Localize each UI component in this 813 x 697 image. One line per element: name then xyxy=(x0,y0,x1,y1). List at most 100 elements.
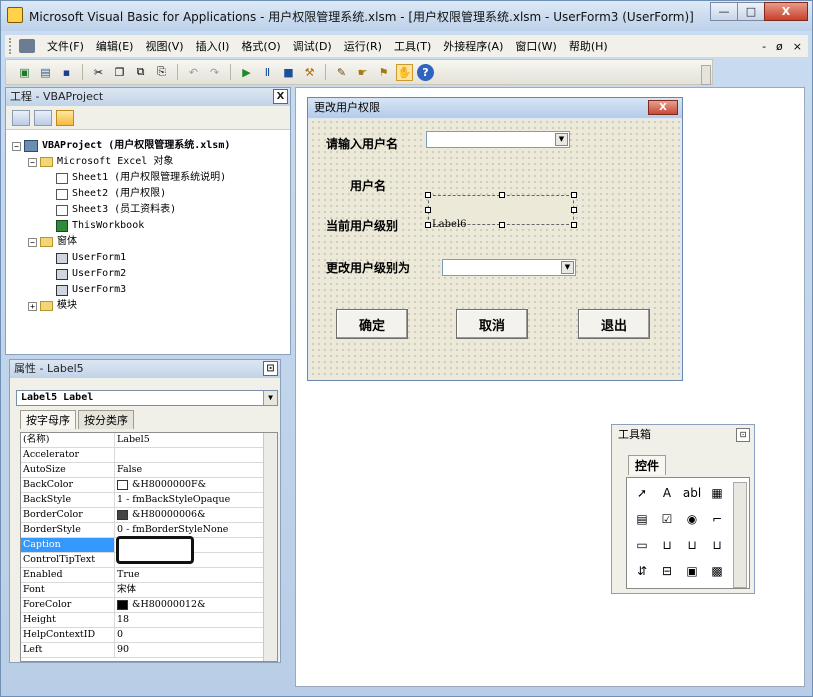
level-combobox[interactable]: ▼ xyxy=(442,259,576,276)
image-tool-icon[interactable]: ▣ xyxy=(683,562,701,580)
toolbar-overflow-handle[interactable] xyxy=(701,65,711,85)
label-tool-icon[interactable]: A xyxy=(658,484,676,502)
label-input-username[interactable]: 请输入用户名 xyxy=(326,135,398,152)
property-value[interactable]: 宋体 xyxy=(115,583,136,597)
tree-item-modules-folder[interactable]: + 模块 xyxy=(12,298,290,314)
property-value[interactable]: 90 xyxy=(115,643,129,657)
userform-close-button[interactable]: X xyxy=(648,100,678,115)
help-icon[interactable]: ? xyxy=(417,63,434,81)
chevron-down-icon[interactable]: ▼ xyxy=(263,391,277,405)
spinbutton-tool-icon[interactable]: ⊟ xyxy=(658,562,676,580)
menu-file[interactable]: 文件(F) xyxy=(41,38,90,54)
menu-tools[interactable]: 工具(T) xyxy=(388,38,437,54)
expand-icon[interactable]: + xyxy=(28,301,37,311)
listbox-tool-icon[interactable]: ▤ xyxy=(633,510,651,528)
property-row[interactable]: (名称) Label5 xyxy=(21,433,277,448)
resize-handle[interactable] xyxy=(499,222,505,228)
property-row[interactable]: BackStyle 1 - fmBackStyleOpaque xyxy=(21,493,277,508)
menu-edit[interactable]: 编辑(E) xyxy=(90,38,140,54)
togglebutton-tool-icon[interactable]: ⌐ xyxy=(708,510,726,528)
property-grid-scrollbar[interactable] xyxy=(263,433,277,661)
property-row[interactable]: HelpContextID 0 xyxy=(21,628,277,643)
property-row[interactable]: Height 18 xyxy=(21,613,277,628)
insert-userform-icon[interactable]: ▤ xyxy=(37,64,54,81)
collapse-icon[interactable]: − xyxy=(28,157,37,167)
tabstrip-tool-icon[interactable]: ⊔ xyxy=(683,536,701,554)
property-row[interactable]: ForeColor &H80000012& xyxy=(21,598,277,613)
toolbox-icon[interactable]: ✋ xyxy=(396,63,413,81)
property-value[interactable]: 18 xyxy=(115,613,129,627)
property-value[interactable]: &H8000000F& xyxy=(115,478,206,492)
paste-icon[interactable]: ⧉ xyxy=(132,64,149,81)
tab-controls[interactable]: 控件 xyxy=(628,455,667,475)
redo-icon[interactable]: ↷ xyxy=(206,64,223,81)
optionbutton-tool-icon[interactable]: ◉ xyxy=(683,510,701,528)
menu-debug[interactable]: 调试(D) xyxy=(287,38,338,54)
property-value[interactable]: 0 - fmBorderStyleNone xyxy=(115,523,228,537)
mdi-minimize-button[interactable]: - xyxy=(762,40,766,53)
combobox-tool-icon[interactable]: ▦ xyxy=(708,484,726,502)
username-combobox[interactable]: ▼ xyxy=(426,131,570,148)
cancel-button[interactable]: 取消 xyxy=(456,309,528,339)
close-button[interactable]: X xyxy=(764,2,808,21)
property-value[interactable]: &H80000006& xyxy=(115,508,206,522)
run-icon[interactable]: ▶ xyxy=(238,64,255,81)
tab-alphabetic[interactable]: 按字母序 xyxy=(20,410,76,429)
property-value[interactable]: &H80000012& xyxy=(115,598,206,612)
resize-handle[interactable] xyxy=(425,192,431,198)
select-objects-icon[interactable]: ➚ xyxy=(633,484,651,502)
refedit-tool-icon[interactable]: ▩ xyxy=(708,562,726,580)
property-value[interactable] xyxy=(115,448,117,462)
object-browser-icon[interactable]: ⚑ xyxy=(375,64,392,81)
mdi-restore-button[interactable]: ø xyxy=(776,40,783,53)
scrollbar-tool-icon[interactable]: ⇵ xyxy=(633,562,651,580)
view-excel-icon[interactable]: ▣ xyxy=(16,64,33,81)
label-username[interactable]: 用户名 xyxy=(350,177,386,194)
label6[interactable]: Label6 xyxy=(432,219,466,230)
tree-item-forms-folder[interactable]: − 窗体 xyxy=(12,234,290,250)
property-value[interactable]: 0 xyxy=(115,628,123,642)
property-value[interactable]: Label5 xyxy=(115,433,150,447)
properties-close-button[interactable]: ⊡ xyxy=(263,361,278,376)
toolbox-scrollbar[interactable] xyxy=(733,482,747,588)
property-row[interactable]: Font 宋体 xyxy=(21,583,277,598)
menu-window[interactable]: 窗口(W) xyxy=(509,38,562,54)
menu-run[interactable]: 运行(R) xyxy=(338,38,388,54)
property-row[interactable]: BackColor &H8000000F& xyxy=(21,478,277,493)
property-row[interactable]: Accelerator xyxy=(21,448,277,463)
chevron-down-icon[interactable]: ▼ xyxy=(555,133,568,146)
resize-handle[interactable] xyxy=(571,207,577,213)
tree-item-userform3[interactable]: UserForm3 xyxy=(12,282,290,298)
project-explorer-icon[interactable]: ✎ xyxy=(333,64,350,81)
commandbutton-tool-icon[interactable]: ⊔ xyxy=(658,536,676,554)
collapse-icon[interactable]: − xyxy=(12,141,21,151)
menu-view[interactable]: 视图(V) xyxy=(139,38,189,54)
tree-item-project[interactable]: − VBAProject (用户权限管理系统.xlsm) xyxy=(12,138,290,154)
view-code-icon[interactable] xyxy=(12,109,30,126)
userform3[interactable]: 更改用户权限 X 请输入用户名 ▼ 用户名 当前用户级别 Label6 更改用户… xyxy=(307,97,683,381)
maximize-button[interactable]: □ xyxy=(737,2,765,21)
design-mode-icon[interactable]: ⚒ xyxy=(301,64,318,81)
menu-addins[interactable]: 外接程序(A) xyxy=(437,38,509,54)
chevron-down-icon[interactable]: ▼ xyxy=(561,261,574,274)
project-explorer-close-button[interactable]: X xyxy=(273,89,288,104)
properties-window-icon[interactable]: ☛ xyxy=(354,64,371,81)
menu-app-icon[interactable] xyxy=(19,39,35,53)
tree-item-sheet2[interactable]: Sheet2 (用户权限) xyxy=(12,186,290,202)
multipage-tool-icon[interactable]: ⊔ xyxy=(708,536,726,554)
property-row[interactable]: AutoSize False xyxy=(21,463,277,478)
reset-icon[interactable]: ■ xyxy=(280,64,297,81)
tree-item-userform1[interactable]: UserForm1 xyxy=(12,250,290,266)
label-current-level[interactable]: 当前用户级别 xyxy=(326,217,398,234)
resize-handle[interactable] xyxy=(499,192,505,198)
break-icon[interactable]: Ⅱ xyxy=(259,64,276,81)
view-object-icon[interactable] xyxy=(34,109,52,126)
resize-handle[interactable] xyxy=(571,222,577,228)
tree-item-userform2[interactable]: UserForm2 xyxy=(12,266,290,282)
mdi-close-button[interactable]: × xyxy=(793,40,802,53)
collapse-icon[interactable]: − xyxy=(28,237,37,247)
menu-format[interactable]: 格式(O) xyxy=(235,38,286,54)
label-change-level[interactable]: 更改用户级别为 xyxy=(326,259,410,276)
tree-item-sheet1[interactable]: Sheet1 (用户权限管理系统说明) xyxy=(12,170,290,186)
toggle-folders-icon[interactable] xyxy=(56,109,74,126)
